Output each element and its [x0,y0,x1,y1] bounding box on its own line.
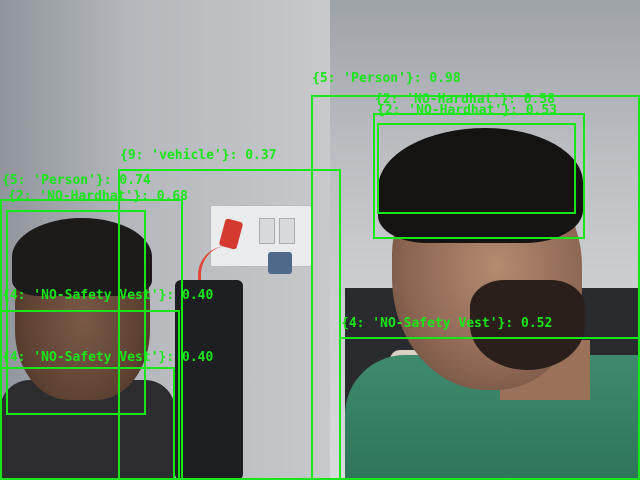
detection-label: {5: 'Person'}: 0.74 [2,173,151,188]
detection-label: {2: 'NO-Hardhat'}: 0.68 [8,189,189,204]
detection-label: {4: 'NO-Safety Vest'}: 0.52 [341,316,553,331]
detection-label: {9: 'vehicle'}: 0.37 [120,148,277,163]
detection-box-novest-left-2 [0,367,175,480]
detection-label: {4: 'NO-Safety Vest'}: 0.40 [2,350,214,365]
detection-label: {4: 'NO-Safety Vest'}: 0.40 [2,288,214,303]
detection-box-novest-right [339,337,640,480]
detection-box-nohardhat-right-2 [377,123,576,214]
detection-label: {2: 'NO-Hardhat'}: 0.53 [377,103,558,118]
detection-label: {5: 'Person'}: 0.98 [312,71,461,86]
camera-frame: {5: 'Person'}: 0.98 {2: 'NO-Hardhat'}: 0… [0,0,640,480]
